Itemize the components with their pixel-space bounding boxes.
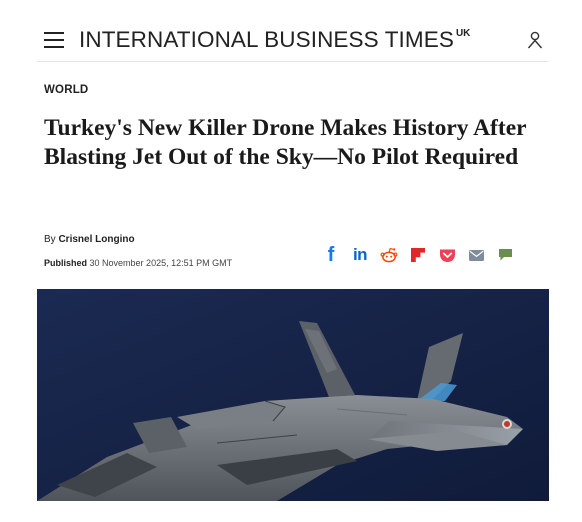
byline: By Crisnel Longino (44, 234, 135, 245)
reddit-icon[interactable] (380, 245, 398, 265)
linkedin-icon[interactable]: in (351, 245, 369, 265)
edition-badge: UK (455, 27, 471, 39)
author-link[interactable]: Crisnel Longino (58, 234, 134, 245)
header-divider (37, 61, 549, 62)
byline-prefix: By (44, 234, 56, 245)
comment-icon[interactable] (496, 245, 514, 265)
flipboard-icon[interactable] (409, 245, 427, 265)
section-label[interactable]: WORLD (44, 84, 88, 96)
facebook-icon[interactable]: f (322, 244, 340, 266)
hero-image[interactable] (37, 289, 549, 501)
share-bar: f in (322, 244, 514, 266)
published-info: Published 30 November 2025, 12:51 PM GMT (44, 258, 232, 268)
site-header: INTERNATIONAL BUSINESS TIMES UK (0, 0, 582, 62)
hamburger-menu-icon[interactable] (44, 32, 64, 48)
menu-bar-top (44, 32, 64, 34)
site-logo[interactable]: INTERNATIONAL BUSINESS TIMES UK (79, 27, 470, 53)
email-icon[interactable] (467, 245, 485, 265)
menu-bar-middle (44, 39, 64, 41)
brand-name: INTERNATIONAL BUSINESS TIMES (79, 27, 454, 52)
pocket-icon[interactable] (438, 245, 456, 265)
article-headline: Turkey's New Killer Drone Makes History … (44, 115, 527, 170)
menu-bar-bottom (44, 46, 64, 48)
user-account-icon[interactable] (527, 31, 543, 49)
published-label: Published (44, 258, 88, 268)
published-date: 30 November 2025, 12:51 PM GMT (89, 258, 233, 268)
